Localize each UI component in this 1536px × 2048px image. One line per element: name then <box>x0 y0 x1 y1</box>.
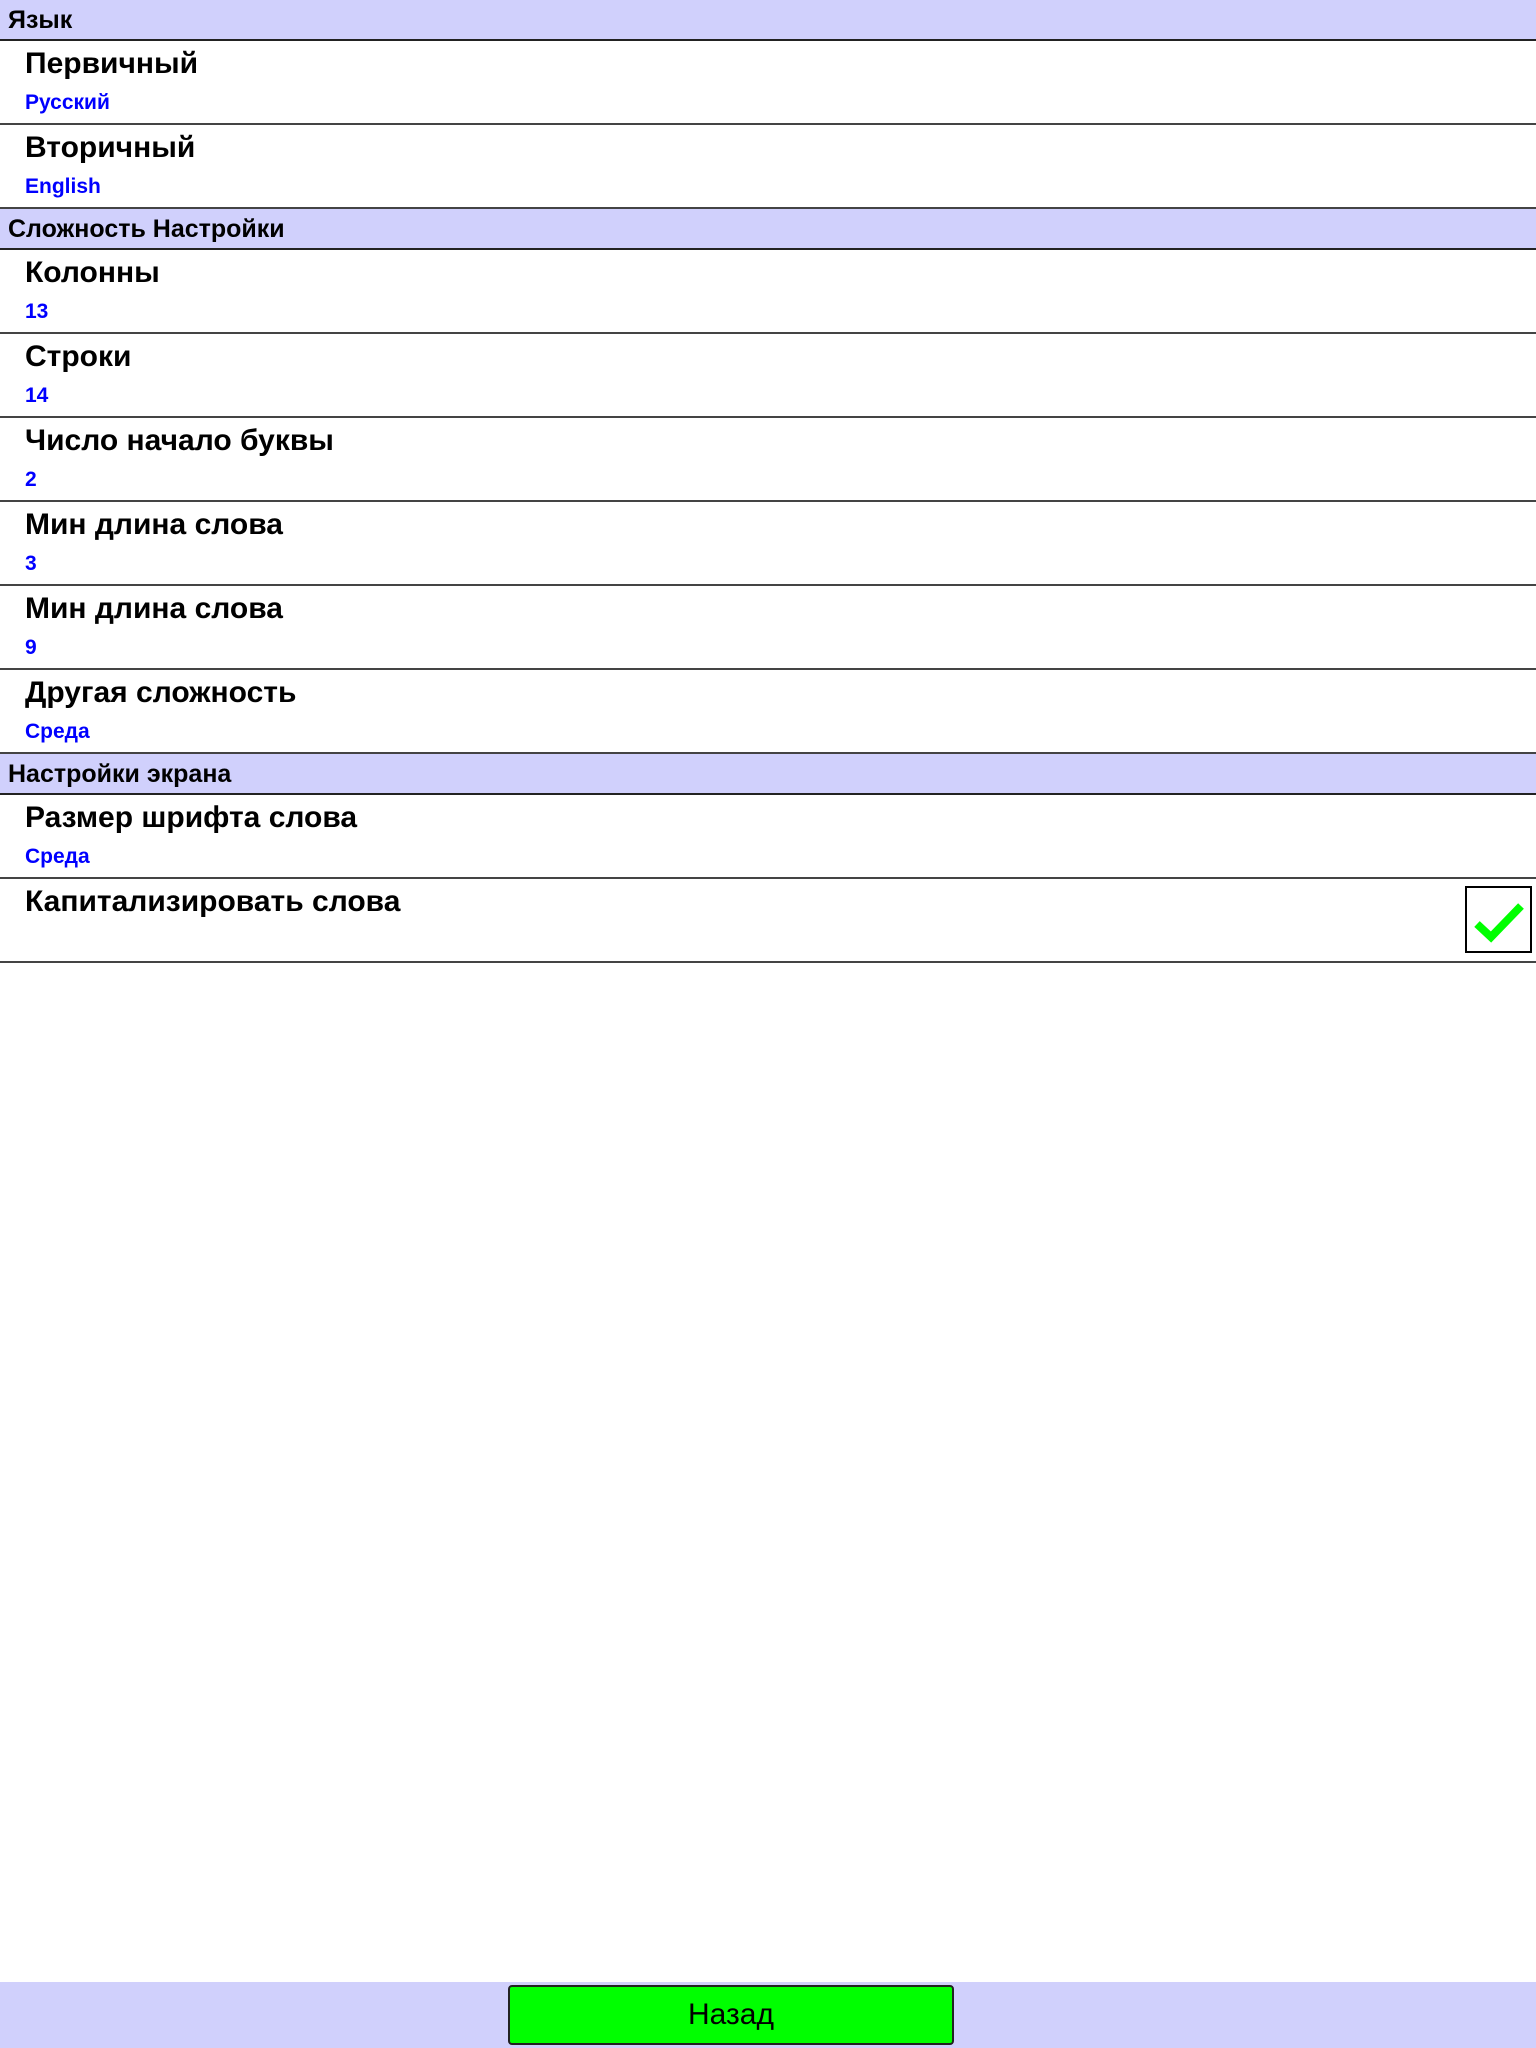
setting-title: Другая сложность <box>25 676 297 709</box>
setting-min-word-length[interactable]: Мин длина слова 3 <box>0 502 1536 586</box>
setting-value: 9 <box>25 636 37 659</box>
section-header-difficulty: Сложность Настройки <box>0 209 1536 250</box>
back-button[interactable]: Назад <box>508 1985 954 2045</box>
setting-title: Колонны <box>25 256 160 289</box>
setting-value: 13 <box>25 300 49 323</box>
setting-title: Капитализировать слова <box>25 885 401 918</box>
setting-max-word-length[interactable]: Мин длина слова 9 <box>0 586 1536 670</box>
setting-value: Среда <box>25 720 90 743</box>
settings-list: Язык Первичный Русский Вторичный English… <box>0 0 1536 963</box>
setting-columns[interactable]: Колонны 13 <box>0 250 1536 334</box>
setting-value: Среда <box>25 845 90 868</box>
setting-other-difficulty[interactable]: Другая сложность Среда <box>0 670 1536 754</box>
setting-title: Строки <box>25 340 132 373</box>
setting-title: Первичный <box>25 47 199 80</box>
setting-title: Мин длина слова <box>25 508 283 541</box>
section-header-display: Настройки экрана <box>0 754 1536 795</box>
setting-value: 14 <box>25 384 49 407</box>
setting-rows[interactable]: Строки 14 <box>0 334 1536 418</box>
setting-word-font-size[interactable]: Размер шрифта слова Среда <box>0 795 1536 879</box>
setting-value: 2 <box>25 468 37 491</box>
section-header-language: Язык <box>0 0 1536 41</box>
setting-start-letters[interactable]: Число начало буквы 2 <box>0 418 1536 502</box>
setting-secondary-language[interactable]: Вторичный English <box>0 125 1536 209</box>
setting-capitalize-words[interactable]: Капитализировать слова <box>0 879 1536 963</box>
setting-value: Русский <box>25 91 110 114</box>
checkmark-icon <box>1474 903 1524 943</box>
bottom-bar: Назад <box>0 1982 1536 2048</box>
setting-value: 3 <box>25 552 37 575</box>
setting-title: Мин длина слова <box>25 592 283 625</box>
setting-title: Размер шрифта слова <box>25 801 358 834</box>
setting-title: Вторичный <box>25 131 196 164</box>
setting-value: English <box>25 175 101 198</box>
capitalize-checkbox[interactable] <box>1465 886 1532 953</box>
setting-primary-language[interactable]: Первичный Русский <box>0 41 1536 125</box>
setting-title: Число начало буквы <box>25 424 334 457</box>
